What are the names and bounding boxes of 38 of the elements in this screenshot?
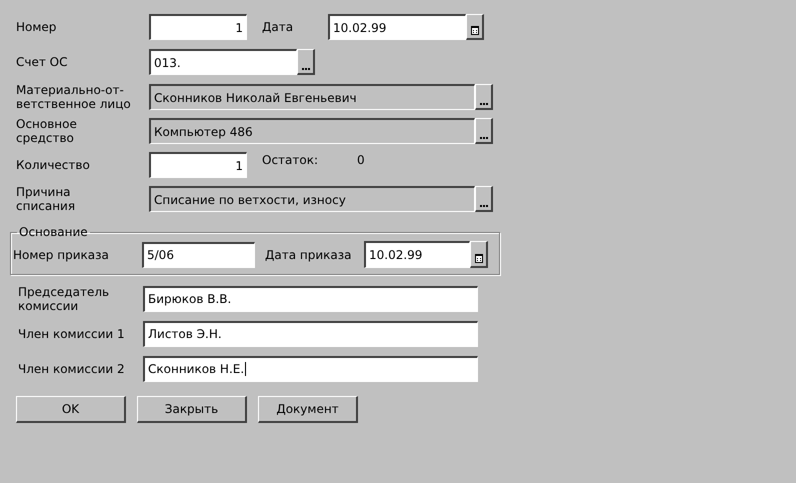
field-label: Материально-от- ветственное лицо: [16, 83, 132, 111]
input-field[interactable]: 013.: [149, 49, 297, 75]
date-field[interactable]: 10.02.99: [328, 14, 466, 40]
calendar-icon: [474, 254, 482, 263]
browse-button[interactable]: [475, 84, 493, 110]
command-button[interactable]: Закрыть: [137, 396, 247, 423]
field-label: Дата: [261, 20, 294, 34]
input-field[interactable]: 5/06: [142, 242, 255, 268]
input-field[interactable]: Компьютер 486: [149, 118, 475, 144]
field-label: Основное средство: [16, 117, 78, 145]
input-field[interactable]: Сконников Н.Е.: [143, 356, 478, 382]
browse-button[interactable]: [475, 186, 493, 212]
input-field[interactable]: Листов Э.Н.: [143, 320, 478, 346]
command-button[interactable]: Документ: [258, 396, 358, 423]
field-label: Член комиссии 1: [18, 326, 126, 340]
field-label: Причина списания: [16, 185, 76, 213]
input-field[interactable]: 1: [149, 152, 247, 178]
group-title: Основание: [18, 225, 89, 239]
field-label: Председатель комиссии: [18, 284, 110, 312]
calendar-button[interactable]: [470, 241, 488, 268]
field-label: Количество: [16, 158, 91, 172]
field-label: Остаток:: [262, 153, 320, 167]
browse-button[interactable]: [297, 49, 315, 75]
calendar-icon: [470, 26, 478, 35]
input-field[interactable]: Бирюков В.В.: [143, 286, 478, 312]
command-button[interactable]: OK: [16, 396, 126, 423]
field-label: Счет ОС: [16, 55, 68, 69]
calendar-button[interactable]: [466, 14, 484, 40]
input-field[interactable]: Списание по ветхости, износу: [149, 186, 475, 212]
field-label: Дата приказа: [265, 248, 352, 262]
date-field[interactable]: 10.02.99: [364, 241, 470, 268]
field-label: Номер: [16, 20, 58, 34]
input-field[interactable]: 1: [149, 14, 247, 40]
remainder-value: 0: [357, 153, 365, 167]
field-label: Номер приказа: [13, 248, 110, 262]
input-field[interactable]: Сконников Николай Евгеньевич: [149, 84, 475, 110]
field-label: Член комиссии 2: [18, 362, 126, 376]
browse-button[interactable]: [475, 118, 493, 144]
